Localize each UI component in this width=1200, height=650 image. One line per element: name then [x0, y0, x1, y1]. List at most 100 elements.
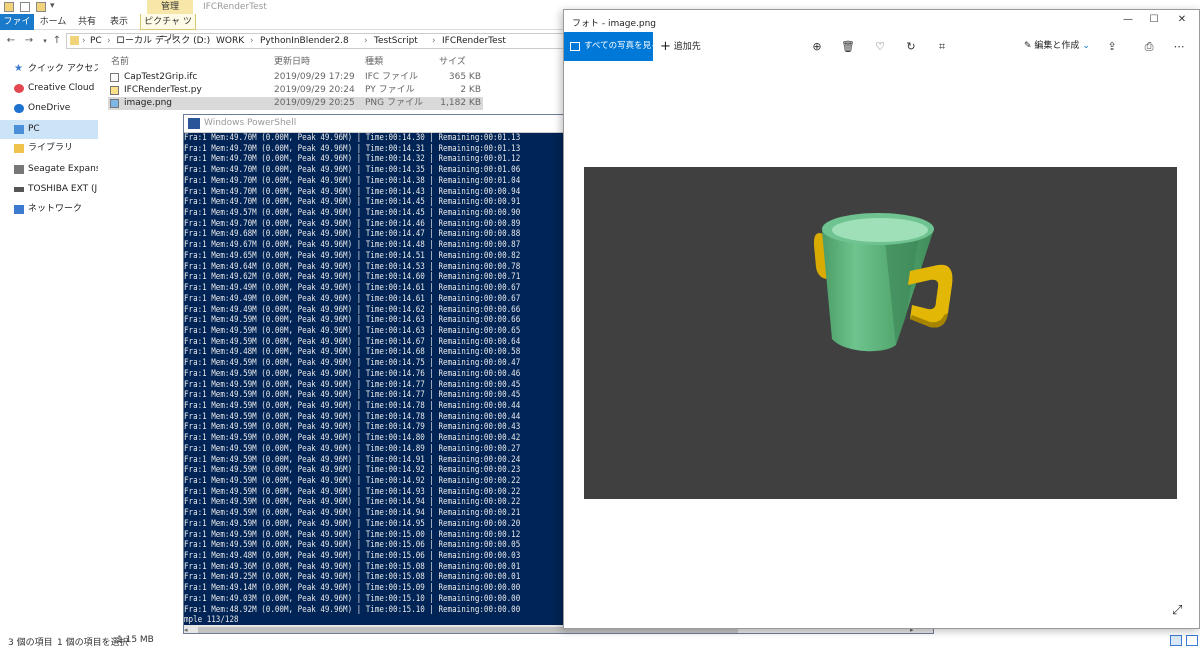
more-icon[interactable]: ⋯ [1172, 40, 1186, 54]
edit-create-button[interactable]: ✎ 編集と作成 ⌄ [1024, 32, 1090, 61]
breadcrumb-separator[interactable]: › [107, 34, 111, 48]
navigation-pane: ★ クイック アクセス Creative Cloud Files OneDriv… [0, 58, 98, 228]
sidebar-item-label: ライブラリ [28, 143, 74, 153]
edit-create-label: 編集と作成 [1034, 41, 1080, 51]
edit-icon: ✎ [1024, 41, 1032, 51]
file-date: 2019/09/29 20:24 [274, 85, 355, 95]
file-size: 365 KB [448, 72, 481, 82]
photos-title: フォト - image.png [572, 19, 656, 29]
sidebar-item-network[interactable]: ネットワーク [0, 200, 98, 219]
address-bar[interactable]: › PC › ローカル ディスク (D:) › WORK › PythonInB… [66, 33, 566, 49]
large-icons-view-icon[interactable] [1186, 635, 1198, 646]
library-icon [14, 144, 24, 153]
ifc-file-icon [110, 73, 119, 82]
plus-icon: + [660, 39, 671, 54]
expand-icon[interactable]: ⤢ [1172, 604, 1186, 618]
column-date[interactable]: 更新日時 [274, 54, 310, 67]
breadcrumb-work[interactable]: WORK [216, 34, 244, 48]
star-icon: ★ [14, 63, 23, 74]
breadcrumb-pc[interactable]: PC [90, 34, 102, 48]
back-button[interactable]: ← [4, 34, 18, 48]
breadcrumb-separator[interactable]: › [82, 34, 86, 48]
file-size: 2 KB [460, 85, 481, 95]
manage-tab[interactable]: 管理 [147, 0, 193, 14]
sidebar-item-label: Seagate Expansion Dr [28, 164, 98, 174]
up-button[interactable]: ↑ [50, 34, 64, 48]
breadcrumb-python-in-blender[interactable]: PythonInBlender2.8 [260, 34, 349, 48]
scroll-left-icon[interactable]: ◂ [184, 626, 196, 633]
maximize-button[interactable]: ☐ [1142, 12, 1166, 28]
sidebar-item-label: OneDrive [28, 103, 71, 113]
breadcrumb-testscript[interactable]: TestScript [374, 34, 418, 48]
drive-icon [14, 165, 24, 174]
sidebar-item-label: PC [28, 124, 40, 134]
status-bar: 3 個の項目 1 個の項目を選択 1.15 MB [0, 632, 1200, 650]
file-size: 1,182 KB [440, 98, 481, 108]
photos-window: フォト - image.png — ☐ ✕ すべての写真を見る + 追加先 ⊕ … [563, 9, 1200, 629]
breadcrumb-separator[interactable]: › [432, 34, 436, 48]
sidebar-item-onedrive[interactable]: OneDrive [0, 99, 98, 118]
sidebar-item-seagate[interactable]: Seagate Expansion Dr [0, 160, 98, 179]
powershell-icon [188, 118, 200, 129]
file-date: 2019/09/29 17:29 [274, 72, 355, 82]
sidebar-item-pc[interactable]: PC [0, 120, 98, 139]
favorite-icon[interactable]: ♡ [873, 40, 887, 54]
sidebar-item-quick-access[interactable]: ★ クイック アクセス [0, 60, 98, 79]
sidebar-item-label: TOSHIBA EXT (J:) [28, 184, 98, 194]
file-name: IFCRenderTest.py [124, 85, 202, 95]
file-type: PY ファイル [365, 85, 415, 95]
file-type: IFC ファイル [365, 72, 418, 82]
rotate-icon[interactable]: ↻ [904, 40, 918, 54]
quick-access-dropdown-icon[interactable]: ▾ [50, 1, 55, 11]
file-date: 2019/09/29 20:25 [274, 98, 355, 108]
file-row-selected[interactable]: image.png 2019/09/29 20:25 PNG ファイル 1,18… [108, 97, 483, 110]
add-to-label: 追加先 [673, 42, 701, 52]
sidebar-item-label: クイック アクセス [28, 64, 98, 74]
sidebar-item-creative-cloud[interactable]: Creative Cloud Files [0, 79, 98, 98]
add-to-button[interactable]: + 追加先 [660, 32, 701, 61]
properties-icon[interactable] [20, 2, 30, 12]
breadcrumb-local-disk[interactable]: ローカル ディスク (D:) [116, 34, 210, 48]
sidebar-item-toshiba[interactable]: TOSHIBA EXT (J:) [0, 180, 98, 199]
item-count: 3 個の項目 [8, 638, 53, 648]
breadcrumb-separator[interactable]: › [250, 34, 254, 48]
zoom-icon[interactable]: ⊕ [810, 40, 824, 54]
new-folder-icon[interactable] [36, 2, 46, 12]
column-size[interactable]: サイズ [439, 54, 466, 67]
drive-icon [14, 187, 24, 192]
close-button[interactable]: ✕ [1170, 12, 1194, 28]
breadcrumb-separator[interactable]: › [364, 34, 368, 48]
window-title: IFCRenderTest [203, 2, 267, 12]
details-view-icon[interactable] [1170, 635, 1182, 646]
breadcrumb-separator[interactable]: › [207, 34, 211, 48]
share-icon[interactable]: ⇪ [1105, 40, 1119, 54]
rendered-image [584, 167, 1177, 499]
minimize-button[interactable]: — [1116, 12, 1140, 28]
forward-button[interactable]: → [22, 34, 36, 48]
delete-icon[interactable]: 🗑 [841, 40, 855, 54]
folder-icon [4, 2, 14, 12]
cloud-icon [14, 84, 24, 93]
tab-share[interactable]: 共有 [74, 14, 100, 30]
image-viewer[interactable] [584, 167, 1177, 499]
folder-icon [70, 36, 79, 45]
file-list-header: 名前 更新日時 種類 サイズ [108, 54, 488, 67]
column-name[interactable]: 名前 [111, 54, 129, 67]
file-row[interactable]: IFCRenderTest.py 2019/09/29 20:24 PY ファイ… [108, 84, 483, 97]
image-file-icon [110, 99, 119, 108]
column-type[interactable]: 種類 [365, 54, 383, 67]
tab-file[interactable]: ファイル [0, 14, 34, 43]
tab-picture-tools[interactable]: ピクチャ ツール [140, 14, 196, 43]
network-icon [14, 205, 24, 214]
sidebar-item-library[interactable]: ライブラリ [0, 139, 98, 158]
file-row[interactable]: CapTest2Grip.ifc 2019/09/29 17:29 IFC ファ… [108, 71, 483, 84]
tab-view[interactable]: 表示 [106, 14, 132, 30]
photos-icon [570, 42, 580, 51]
file-name: image.png [124, 98, 173, 108]
cup-opening [832, 218, 928, 242]
see-all-photos-button[interactable]: すべての写真を見る [564, 32, 660, 61]
print-icon[interactable]: ⎙ [1142, 40, 1156, 54]
tab-home[interactable]: ホーム [38, 14, 68, 30]
crop-icon[interactable]: ⌗ [935, 40, 949, 54]
breadcrumb-ifcrendertest[interactable]: IFCRenderTest [442, 34, 506, 48]
